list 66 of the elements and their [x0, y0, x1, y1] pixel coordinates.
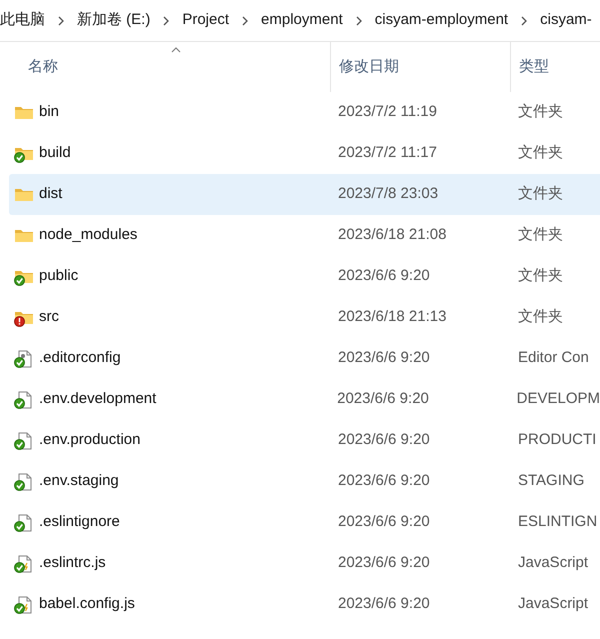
chevron-right-icon	[162, 16, 170, 26]
file-type: Editor Con	[517, 348, 589, 368]
file-name: .eslintignore	[39, 512, 120, 532]
file-row[interactable]: bin 2023/7/2 11:19 文件夹	[9, 92, 600, 133]
file-name: .env.staging	[39, 471, 119, 492]
modified-date: 2023/6/6 9:20	[337, 266, 431, 286]
file-row[interactable]: .eslintrc.js 2023/6/6 9:20 JavaScript	[9, 543, 600, 584]
file-type: 文件夹	[517, 225, 563, 246]
breadcrumb-item[interactable]: cisyam-	[540, 9, 592, 32]
file-type: JavaScript	[517, 553, 588, 574]
column-header[interactable]: 名称	[28, 56, 58, 78]
modified-date: 2023/6/18 21:13	[337, 307, 448, 328]
file-name: .env.production	[39, 430, 140, 450]
file-name: .editorconfig	[39, 348, 121, 368]
modified-date: 2023/7/8 23:03	[337, 184, 440, 204]
file-type: JavaScript	[517, 594, 588, 614]
file-name: public	[39, 266, 78, 286]
file-type: 文件夹	[517, 143, 563, 164]
column-header[interactable]: 类型	[519, 56, 549, 78]
file-name: .env.development	[39, 389, 156, 410]
chevron-right-icon	[241, 16, 250, 26]
modified-date: 2023/6/6 9:20	[337, 348, 431, 368]
file-row[interactable]: build 2023/7/2 11:17 文件夹	[9, 133, 600, 174]
file-row[interactable]: dist 2023/7/8 23:03 文件夹	[9, 174, 600, 215]
file-type: STAGING	[517, 471, 584, 492]
file-name: build	[39, 143, 71, 164]
column-header[interactable]: 修改日期	[339, 56, 399, 78]
modified-date: 2023/6/18 21:08	[337, 225, 448, 246]
chevron-right-icon	[520, 16, 528, 26]
file-type: 文件夹	[517, 307, 563, 328]
file-row[interactable]: public 2023/6/6 9:20 文件夹	[9, 256, 600, 297]
file-row[interactable]: node_modules 2023/6/18 21:08 文件夹	[9, 215, 600, 256]
file-type: DEVELOPM	[516, 389, 600, 410]
breadcrumb-item[interactable]: cisyam-employment	[374, 9, 508, 32]
modified-date: 2023/6/6 9:20	[337, 471, 431, 492]
file-type: 文件夹	[517, 102, 563, 122]
modified-date: 2023/7/2 11:19	[337, 102, 438, 122]
modified-date: 2023/6/6 9:20	[337, 512, 431, 532]
breadcrumb-item[interactable]: 此电脑	[0, 9, 45, 32]
chevron-right-icon	[57, 16, 65, 26]
file-row[interactable]: .env.production 2023/6/6 9:20 PRODUCTI	[9, 420, 600, 461]
file-name: dist	[39, 184, 62, 204]
file-name: babel.config.js	[39, 594, 135, 614]
file-type: PRODUCTI	[517, 430, 596, 450]
file-name: .eslintrc.js	[39, 553, 106, 574]
modified-date: 2023/6/6 9:20	[337, 553, 431, 574]
modified-date: 2023/6/6 9:20	[336, 389, 430, 410]
file-name: node_modules	[39, 225, 138, 246]
breadcrumb-item[interactable]: employment	[261, 9, 343, 32]
file-name: bin	[39, 102, 60, 122]
file-type: 文件夹	[517, 184, 563, 204]
file-type: ESLINTIGN	[517, 512, 598, 532]
file-name: src	[39, 307, 59, 328]
modified-date: 2023/6/6 9:20	[337, 430, 431, 450]
modified-date: 2023/7/2 11:17	[337, 143, 438, 164]
file-row[interactable]: src 2023/6/18 21:13 文件夹	[9, 297, 600, 338]
file-type: 文件夹	[517, 266, 563, 286]
modified-date: 2023/6/6 9:20	[337, 594, 431, 614]
breadcrumb-item[interactable]: 新加卷 (E:)	[77, 9, 150, 32]
chevron-right-icon	[354, 16, 363, 26]
file-row[interactable]: .env.staging 2023/6/6 9:20 STAGING	[9, 461, 600, 502]
breadcrumb-item[interactable]: Project	[182, 9, 230, 32]
file-row[interactable]: .editorconfig 2023/6/6 9:20 Editor Con	[9, 338, 600, 379]
file-row[interactable]: babel.config.js 2023/6/6 9:20 JavaScript	[9, 584, 600, 625]
file-row[interactable]: .env.development 2023/6/6 9:20 DEVELOPM	[9, 379, 600, 420]
file-row[interactable]: .eslintignore 2023/6/6 9:20 ESLINTIGN	[9, 502, 600, 543]
